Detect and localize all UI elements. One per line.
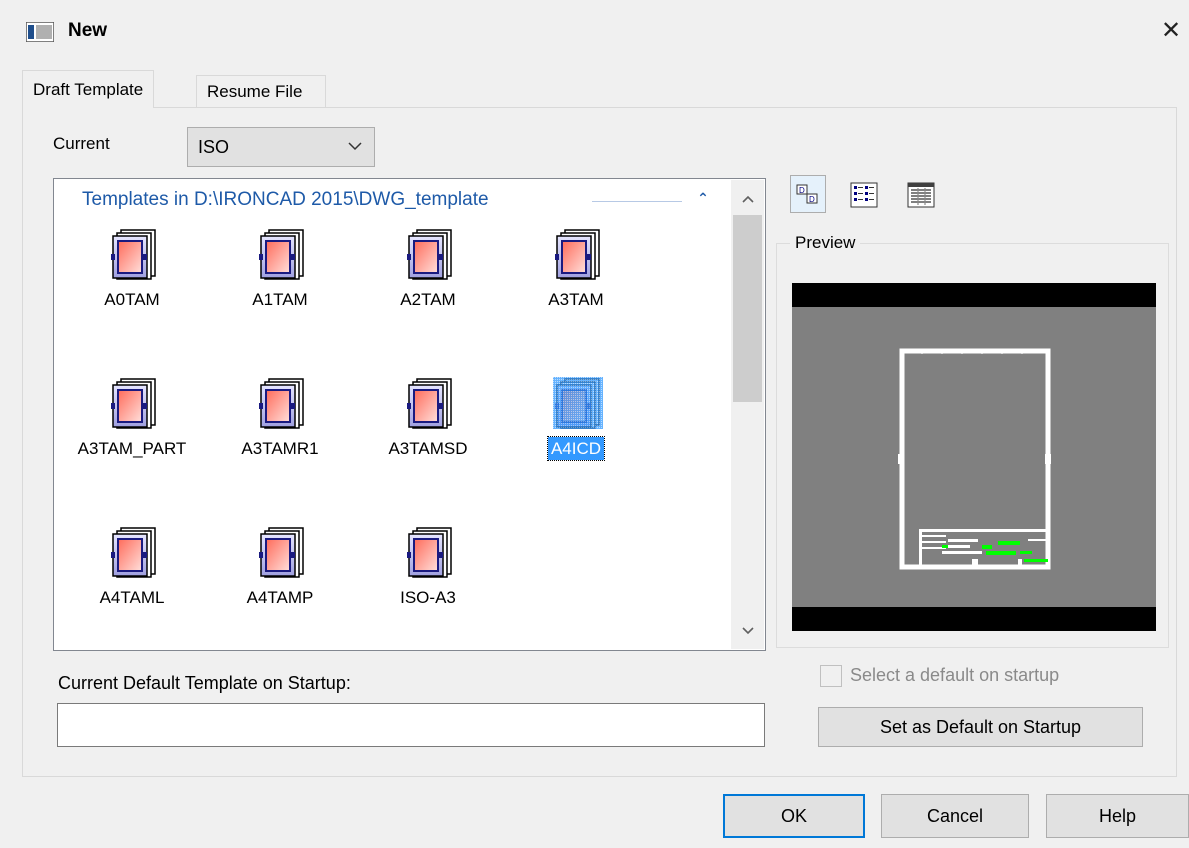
default-on-startup-label: Select a default on startup — [850, 665, 1060, 685]
template-item-label: A3TAM — [548, 290, 604, 309]
set-default-button[interactable]: Set as Default on Startup — [818, 707, 1143, 747]
scroll-up-arrow-icon[interactable] — [731, 186, 764, 212]
startup-template-label: Current Default Template on Startup: — [58, 673, 351, 693]
template-item-label: A3TAMSD — [388, 439, 468, 458]
template-file-icon — [406, 229, 452, 280]
template-item[interactable]: A4TAML — [62, 526, 202, 636]
list-view-button[interactable] — [846, 175, 882, 213]
template-item[interactable]: A3TAMSD — [358, 377, 498, 487]
template-file-icon — [258, 229, 304, 280]
preview-label: Preview — [790, 233, 861, 253]
scroll-down-arrow-icon[interactable] — [731, 618, 764, 644]
details-view-button[interactable] — [903, 175, 939, 213]
template-file-icon — [258, 378, 304, 429]
template-item-label: A3TAM_PART — [77, 439, 187, 458]
template-item-label: A4TAMP — [246, 588, 314, 607]
template-item[interactable]: A4ICD — [506, 377, 646, 487]
template-item-label: A1TAM — [252, 290, 308, 309]
svg-text:D: D — [799, 186, 805, 195]
collapse-group-icon[interactable]: ⌃ — [693, 190, 713, 210]
template-item[interactable]: A2TAM — [358, 228, 498, 338]
list-view-icon — [850, 182, 878, 208]
template-item-label: A3TAMR1 — [241, 439, 319, 458]
template-item[interactable]: A0TAM — [62, 228, 202, 338]
template-item-label: A4TAML — [99, 588, 165, 607]
app-window-icon — [26, 22, 54, 42]
template-file-icon — [553, 377, 603, 429]
default-on-startup-checkbox[interactable] — [820, 665, 842, 687]
large-icons-view-button[interactable]: D D — [790, 175, 826, 213]
svg-text:D: D — [809, 195, 815, 204]
template-item-label: ISO-A3 — [400, 588, 456, 607]
tab-draft-template[interactable]: Draft Template — [22, 70, 155, 108]
template-item[interactable]: A4TAMP — [210, 526, 350, 636]
chevron-down-icon — [348, 142, 362, 151]
template-item-label: A2TAM — [400, 290, 456, 309]
group-header-divider — [592, 201, 682, 202]
help-button[interactable]: Help — [1046, 794, 1189, 838]
details-view-icon — [907, 182, 935, 208]
template-group-header: Templates in D:\IRONCAD 2015\DWG_templat… — [82, 189, 489, 210]
scrollbar-thumb[interactable] — [733, 215, 762, 402]
tab-resume-file[interactable]: Resume File — [196, 75, 326, 108]
current-label: Current — [53, 134, 110, 153]
template-preview-image — [792, 283, 1156, 631]
template-file-icon — [258, 527, 304, 578]
template-file-icon — [554, 229, 600, 280]
template-item[interactable]: A1TAM — [210, 228, 350, 338]
startup-template-field[interactable] — [57, 703, 765, 747]
close-button[interactable]: ✕ — [1156, 16, 1186, 46]
large-icons-view-icon: D D — [796, 184, 818, 204]
template-file-icon — [406, 527, 452, 578]
template-file-icon — [110, 229, 156, 280]
window-title: New — [68, 20, 108, 41]
current-template-value: ISO — [198, 137, 230, 157]
template-file-icon — [406, 378, 452, 429]
template-item-label: A0TAM — [104, 290, 160, 309]
template-item[interactable]: A3TAM_PART — [62, 377, 202, 487]
template-file-icon — [110, 378, 156, 429]
ok-button[interactable]: OK — [723, 794, 865, 838]
cancel-button[interactable]: Cancel — [881, 794, 1029, 838]
template-item[interactable]: ISO-A3 — [358, 526, 498, 636]
template-file-icon — [110, 527, 156, 578]
current-template-select[interactable]: ISO — [187, 127, 375, 167]
template-item-label: A4ICD — [506, 436, 646, 461]
template-item[interactable]: A3TAM — [506, 228, 646, 338]
template-item[interactable]: A3TAMR1 — [210, 377, 350, 487]
